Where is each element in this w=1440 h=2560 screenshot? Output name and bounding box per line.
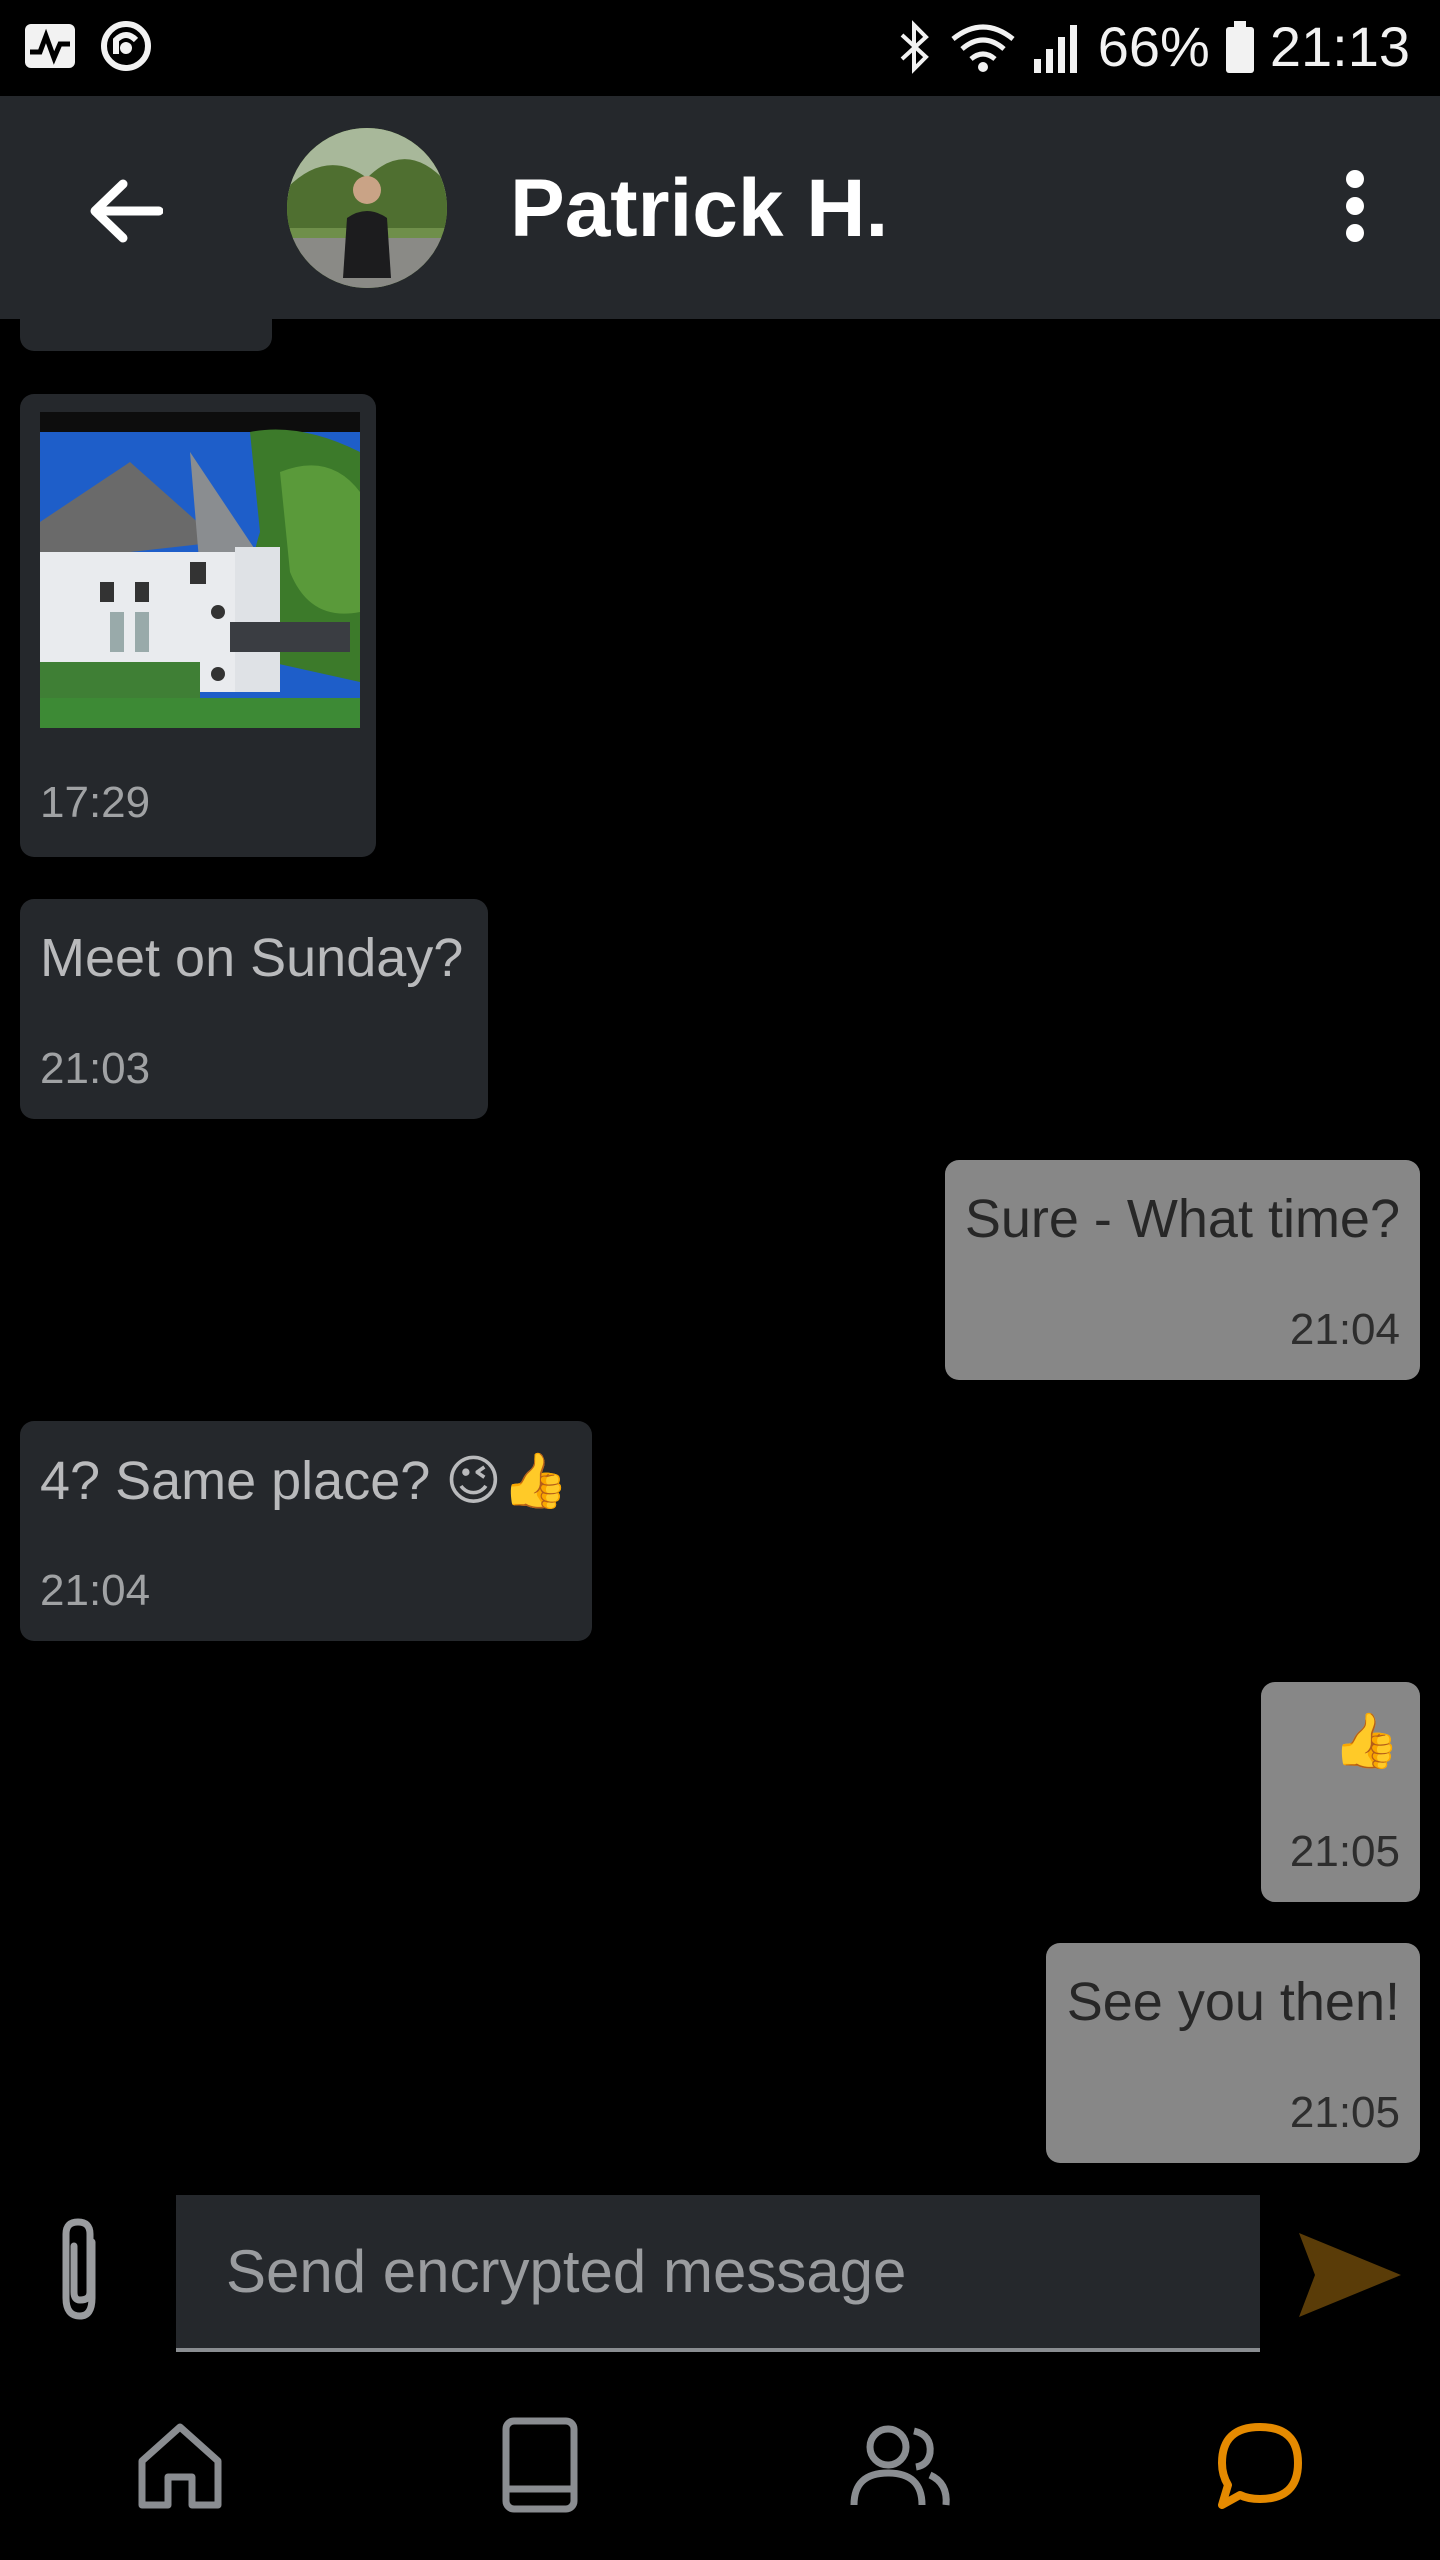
app-bar: Patrick H. [0, 96, 1440, 319]
message-bubble-image[interactable]: 17:29 [20, 394, 376, 857]
message-time: 21:05 [1289, 2088, 1400, 2137]
message-time: 21:04 [40, 1566, 151, 1615]
send-icon [1299, 2233, 1401, 2317]
avatar[interactable] [287, 128, 447, 288]
nav-home[interactable] [120, 2410, 240, 2520]
attach-button[interactable] [40, 2210, 120, 2330]
battery-percent: 66% [1097, 15, 1210, 78]
message-text: 👍 [1332, 1711, 1400, 1771]
wifi-icon [948, 19, 1018, 75]
message-bubble[interactable] [20, 319, 272, 351]
status-bar: 66% 21:13 [0, 0, 1440, 96]
send-button[interactable] [1290, 2220, 1410, 2330]
message-bubble[interactable]: 4? Same place? 😉👍 21:04 [20, 1421, 592, 1641]
chat-icon [1218, 2423, 1302, 2509]
compose-bar [0, 2180, 1440, 2360]
nav-chats[interactable] [1200, 2410, 1320, 2520]
message-time: 17:29 [40, 778, 151, 827]
message-text: 4? Same place? 😉👍 [40, 1451, 569, 1511]
message-bubble[interactable]: See you then! 21:05 [1046, 1943, 1420, 2163]
message-time: 21:03 [40, 1044, 151, 1093]
message-image[interactable] [40, 412, 360, 728]
message-input-container [176, 2195, 1260, 2352]
signal-icon [1032, 19, 1084, 75]
message-bubble[interactable]: Sure - What time? 21:04 [945, 1160, 1420, 1380]
more-vert-icon [1346, 170, 1364, 242]
back-button[interactable] [70, 156, 180, 266]
battery-icon [1224, 19, 1256, 75]
bottom-navigation [0, 2370, 1440, 2560]
nav-book[interactable] [480, 2410, 600, 2520]
more-options-button[interactable] [1310, 156, 1400, 256]
message-bubble[interactable]: Meet on Sunday? 21:03 [20, 899, 488, 1119]
book-icon [502, 2417, 578, 2513]
activity-icon [22, 18, 78, 74]
message-text: Sure - What time? [964, 1189, 1400, 1249]
home-icon [138, 2423, 222, 2509]
arrow-left-icon [90, 179, 163, 243]
bluetooth-icon [894, 19, 934, 75]
message-time: 21:05 [1289, 1827, 1400, 1876]
message-text: See you then! [1066, 1972, 1400, 2032]
message-time: 21:04 [1289, 1305, 1400, 1354]
paperclip-icon [62, 2218, 96, 2320]
clock: 21:13 [1269, 15, 1410, 78]
page-title: Patrick H. [510, 163, 889, 254]
message-list[interactable]: 17:29 Meet on Sunday? 21:03 Sure - What … [0, 319, 1440, 2169]
message-input[interactable] [176, 2195, 1260, 2348]
sync-icon [98, 18, 154, 74]
people-icon [850, 2425, 950, 2506]
message-bubble[interactable]: 👍 21:05 [1261, 1682, 1420, 1902]
message-text: Meet on Sunday? [40, 928, 464, 988]
nav-contacts[interactable] [840, 2410, 960, 2520]
